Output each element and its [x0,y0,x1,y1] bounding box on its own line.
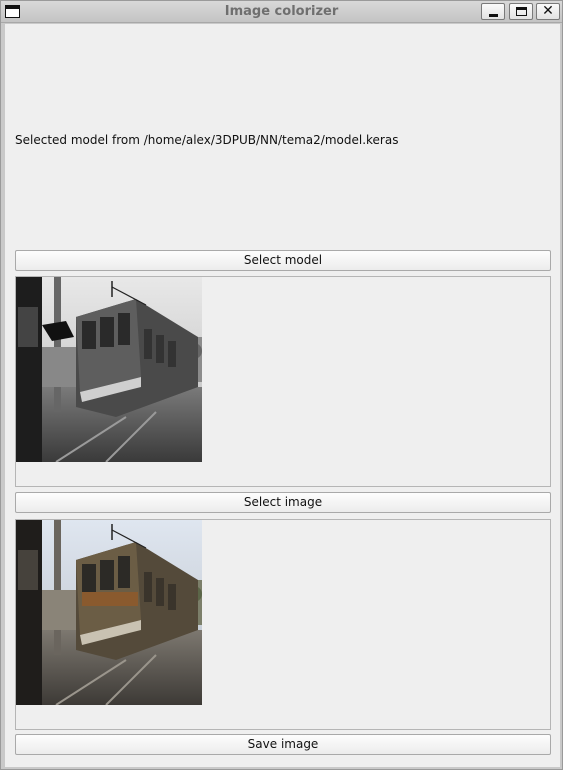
output-image-panel [15,519,551,730]
minimize-icon [489,14,498,17]
save-image-button[interactable]: Save image [15,734,551,755]
close-button[interactable]: ✕ [536,3,560,20]
title-bar[interactable]: Image colorizer ✕ [1,1,562,23]
close-icon: ✕ [542,3,554,19]
minimize-button[interactable] [481,3,505,20]
input-image-panel [15,276,551,487]
main-panel: Selected model from /home/alex/3DPUB/NN/… [5,24,560,767]
model-status-label: Selected model from /home/alex/3DPUB/NN/… [15,133,399,147]
input-image [16,277,202,462]
select-model-button[interactable]: Select model [15,250,551,271]
maximize-icon [516,7,527,16]
app-window: Image colorizer ✕ Selected model from /h… [0,0,563,770]
output-image [16,520,202,705]
maximize-button[interactable] [509,3,533,20]
select-image-button[interactable]: Select image [15,492,551,513]
window-title: Image colorizer [224,4,339,19]
